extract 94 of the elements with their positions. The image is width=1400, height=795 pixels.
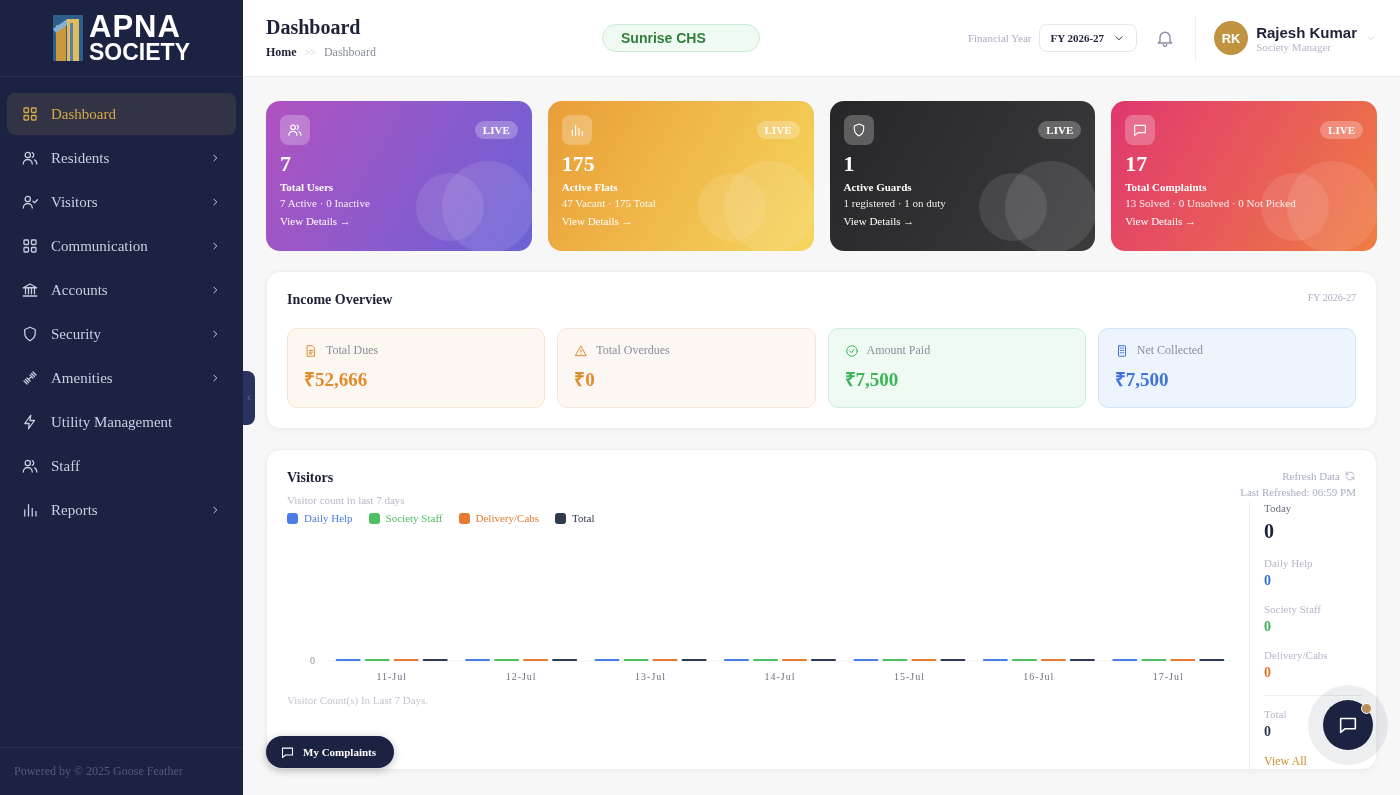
- sidebar-item[interactable]: Reports: [7, 489, 236, 531]
- tile-label: Total Dues: [326, 343, 379, 358]
- stat-detail: 7 Active · 0 Inactive: [280, 197, 371, 209]
- view-details-link[interactable]: View Details →: [843, 215, 915, 227]
- live-badge: LIVE: [474, 121, 518, 139]
- grid-icon: [21, 237, 39, 255]
- stat-value: 0: [1264, 724, 1271, 740]
- logo-text: SOCIETY: [89, 41, 190, 64]
- user-check-icon: [21, 193, 39, 211]
- tile-label: Amount Paid: [866, 343, 931, 358]
- tile-value: ₹7,500: [844, 368, 900, 392]
- stat-value: 0: [1264, 665, 1271, 681]
- live-badge: LIVE: [1320, 121, 1363, 139]
- user-menu[interactable]: RK Rajesh Kumar Society Manager: [1214, 21, 1377, 55]
- breadcrumb-separator: >>: [304, 47, 316, 58]
- chat-icon: [1132, 122, 1149, 138]
- stat-detail: 1 registered · 1 on duty: [843, 197, 947, 209]
- users-icon: [21, 149, 39, 167]
- axis-label: 15-Jul: [893, 671, 925, 682]
- footer-text: Powered by © 2025 Goose Feather: [0, 747, 243, 795]
- stat-detail: 13 Solved · 0 Unsolved · 0 Not Picked: [1125, 197, 1297, 209]
- tile-label: Total Overdues: [596, 343, 670, 358]
- stat-detail: 47 Vacant · 175 Total: [561, 197, 657, 209]
- stat-value: 0: [1264, 619, 1271, 635]
- users-icon: [21, 457, 39, 475]
- section-subtitle: Visitor count in last 7 days: [287, 494, 405, 506]
- breadcrumb-link[interactable]: Home: [266, 45, 297, 60]
- stat-title: Active Flats: [561, 181, 619, 193]
- section-title: Visitors: [287, 470, 335, 486]
- breadcrumb-current: Dashboard: [323, 45, 376, 60]
- stat-label: Today: [1264, 502, 1292, 514]
- sidebar-item[interactable]: Amenities: [7, 357, 236, 399]
- axis-tick-label: 0: [310, 655, 315, 666]
- stat-value: 175: [561, 151, 596, 177]
- tile-value: ₹7,500: [1114, 368, 1170, 392]
- refresh-icon: [1344, 470, 1356, 482]
- stat-label: Delivery/Cabs: [1264, 649, 1328, 661]
- period-label: FY 2026-27: [1307, 292, 1356, 303]
- stat-value: 0: [1264, 520, 1274, 543]
- legend-label: Society Staff: [385, 512, 443, 524]
- tile-label: Net Collected: [1136, 343, 1204, 358]
- document-icon: [304, 343, 318, 358]
- page-title: Dashboard: [266, 16, 362, 39]
- section-title: Income Overview: [287, 292, 393, 308]
- axis-label: 11-Jul: [376, 671, 408, 682]
- warning-icon: [574, 343, 589, 358]
- sidebar-item[interactable]: Residents: [7, 137, 236, 179]
- sidebar-item[interactable]: Dashboard: [7, 93, 236, 135]
- sidebar-item[interactable]: Visitors: [7, 181, 236, 223]
- legend-label: Delivery/Cabs: [475, 512, 540, 524]
- view-details-link[interactable]: View Details →: [280, 215, 351, 227]
- logo-text: APNA: [89, 12, 181, 42]
- grid-icon: [21, 105, 39, 123]
- bank-icon: [21, 281, 39, 299]
- society-badge: Sunrise CHS: [602, 24, 760, 52]
- financial-year-dropdown[interactable]: FY 2026-27: [1039, 24, 1138, 52]
- bar-chart-icon: [21, 501, 39, 519]
- users-icon: [287, 122, 303, 138]
- financial-year-label: Financial Year: [967, 32, 1032, 44]
- legend-label: Total: [572, 512, 595, 524]
- stat-label: Daily Help: [1264, 557, 1313, 569]
- view-details-link[interactable]: View Details →: [1125, 215, 1197, 227]
- collapse-handle[interactable]: [243, 371, 255, 425]
- sidebar-item[interactable]: Security: [7, 313, 236, 355]
- sidebar-item[interactable]: Accounts: [7, 269, 236, 311]
- stat-value: 17: [1125, 151, 1149, 177]
- tile-value: ₹52,666: [304, 368, 369, 392]
- axis-label: 14-Jul: [764, 671, 796, 682]
- tile-value: ₹0: [574, 368, 596, 392]
- stat-title: Total Complaints: [1125, 181, 1208, 193]
- axis-label: 13-Jul: [635, 671, 667, 682]
- stat-label: Total: [1264, 708, 1287, 720]
- live-badge: LIVE: [1038, 121, 1082, 139]
- stat-value: 0: [1264, 573, 1271, 589]
- stat-value: 7: [280, 151, 292, 177]
- sidebar-item[interactable]: Utility Management: [7, 401, 236, 443]
- sidebar-item[interactable]: Communication: [7, 225, 236, 267]
- stat-label: Society Staff: [1264, 603, 1321, 615]
- logo-icon: [53, 15, 83, 61]
- axis-label: 16-Jul: [1023, 671, 1055, 682]
- stat-title: Active Guards: [843, 181, 913, 193]
- dumbbell-icon: [21, 369, 39, 387]
- shield-icon: [21, 325, 39, 343]
- axis-label: 12-Jul: [505, 671, 537, 682]
- sidebar-item[interactable]: Staff: [7, 445, 236, 487]
- stat-value: 1: [843, 151, 856, 177]
- stat-title: Total Users: [280, 181, 335, 193]
- my-complaints-button[interactable]: My Complaints: [266, 736, 395, 768]
- live-badge: LIVE: [756, 121, 800, 139]
- last-refreshed: Last Refreshed: 06:59 PM: [1240, 486, 1356, 498]
- axis-label: 17-Jul: [1152, 671, 1184, 682]
- check-circle-icon: [844, 343, 859, 358]
- chat-icon: [280, 744, 295, 760]
- legend-label: Daily Help: [304, 512, 353, 524]
